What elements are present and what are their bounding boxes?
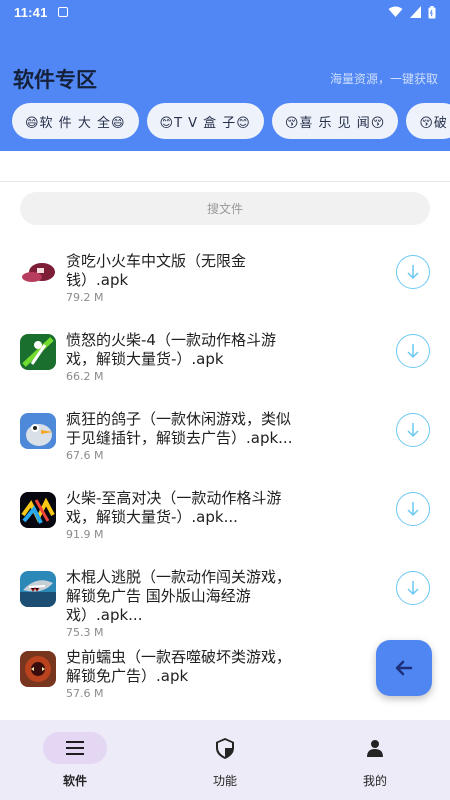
- file-name: 火柴-至高对决（一款动作格斗游戏，解锁大量货-）.apk...: [66, 489, 282, 526]
- status-time: 11:41: [14, 4, 48, 20]
- chip-tv-box[interactable]: 😊T V 盒 子😊: [146, 103, 264, 139]
- page-title: 软件专区: [13, 68, 97, 92]
- signal-icon: [410, 6, 421, 18]
- worm-game-icon: [20, 651, 56, 687]
- file-size: 66.2 M: [66, 370, 104, 383]
- download-button[interactable]: [396, 571, 430, 605]
- chip-software[interactable]: 😄软 件 大 全😄: [12, 103, 139, 139]
- chip-news[interactable]: 😚喜 乐 见 闻😚: [271, 103, 399, 139]
- search-input[interactable]: [20, 192, 430, 225]
- list-item[interactable]: 火柴-至高对决（一款动作格斗游戏，解锁大量货-）.apk... 91.9 M: [0, 478, 450, 557]
- download-icon: [407, 502, 419, 517]
- file-size: 57.6 M: [66, 687, 104, 700]
- nav-function[interactable]: 功能: [150, 720, 300, 800]
- list-item[interactable]: 愤怒的火柴-4（一款动作格斗游戏，解锁大量货-）.apk 66.2 M: [0, 320, 450, 399]
- page-subtitle: 海量资源，一键获取: [329, 72, 438, 86]
- divider: [0, 181, 450, 182]
- back-button[interactable]: [376, 640, 432, 696]
- nav-icon-container: [343, 732, 407, 764]
- person-icon: [367, 740, 383, 757]
- file-name: 史前蠕虫（一款吞噬破坏类游戏，解锁免广告）.apk: [66, 648, 292, 685]
- category-chips: 😄软 件 大 全😄 😊T V 盒 子😊 😚喜 乐 见 闻😚 😚破: [12, 103, 450, 139]
- header: 11:41 软件专区 海量资源，一键获取 😄软 件 大 全😄 😊T V 盒 子😊 😚…: [0, 0, 450, 151]
- download-button[interactable]: [396, 413, 430, 447]
- download-button[interactable]: [396, 255, 430, 289]
- status-bar: 11:41: [0, 0, 450, 24]
- wifi-icon: [388, 6, 403, 17]
- file-size: 91.9 M: [66, 528, 104, 541]
- stickman-duel-icon: [20, 492, 56, 528]
- download-button[interactable]: [396, 492, 430, 526]
- nav-label: 功能: [212, 774, 237, 788]
- list-item[interactable]: 贪吃小火车中文版（无限金钱）.apk 79.2 M: [0, 241, 450, 320]
- train-game-icon: [20, 255, 56, 291]
- download-icon: [407, 423, 419, 438]
- file-name: 木棍人逃脱（一款动作闯关游戏，解锁免广告 国外版山海经游戏）.apk...: [66, 568, 292, 624]
- nav-icon-container: [193, 732, 257, 764]
- nav-active-pill: [43, 732, 107, 764]
- file-name: 疯狂的鸽子（一款休闲游戏，类似于见缝插针，解锁去广告）.apk...: [66, 410, 293, 447]
- file-name: 贪吃小火车中文版（无限金钱）.apk: [66, 252, 247, 289]
- arrow-left-icon: [395, 660, 413, 676]
- file-size: 67.6 M: [66, 449, 104, 462]
- nav-label: 我的: [362, 774, 387, 788]
- stickman-game-icon: [20, 334, 56, 370]
- nav-label: 软件: [62, 774, 87, 788]
- nav-profile[interactable]: 我的: [300, 720, 450, 800]
- shark-game-icon: [20, 571, 56, 607]
- list-item[interactable]: 木棍人逃脱（一款动作闯关游戏，解锁免广告 国外版山海经游戏）.apk... 75…: [0, 557, 450, 639]
- battery-icon: [428, 5, 436, 18]
- bottom-navigation: 软件 功能 我的: [0, 720, 450, 800]
- pigeon-game-icon: [20, 413, 56, 449]
- list-item[interactable]: 疯狂的鸽子（一款休闲游戏，类似于见缝插针，解锁去广告）.apk... 67.6 …: [0, 399, 450, 478]
- menu-icon: [66, 741, 84, 755]
- download-icon: [407, 344, 419, 359]
- download-icon: [407, 581, 419, 596]
- download-icon: [407, 265, 419, 280]
- notification-icon: [57, 7, 68, 17]
- download-button[interactable]: [396, 334, 430, 368]
- file-name: 愤怒的火柴-4（一款动作格斗游戏，解锁大量货-）.apk: [66, 331, 276, 368]
- chip-cracked[interactable]: 😚破: [406, 103, 450, 139]
- file-size: 79.2 M: [66, 291, 104, 304]
- nav-software[interactable]: 软件: [0, 720, 150, 800]
- shield-icon: [216, 737, 234, 759]
